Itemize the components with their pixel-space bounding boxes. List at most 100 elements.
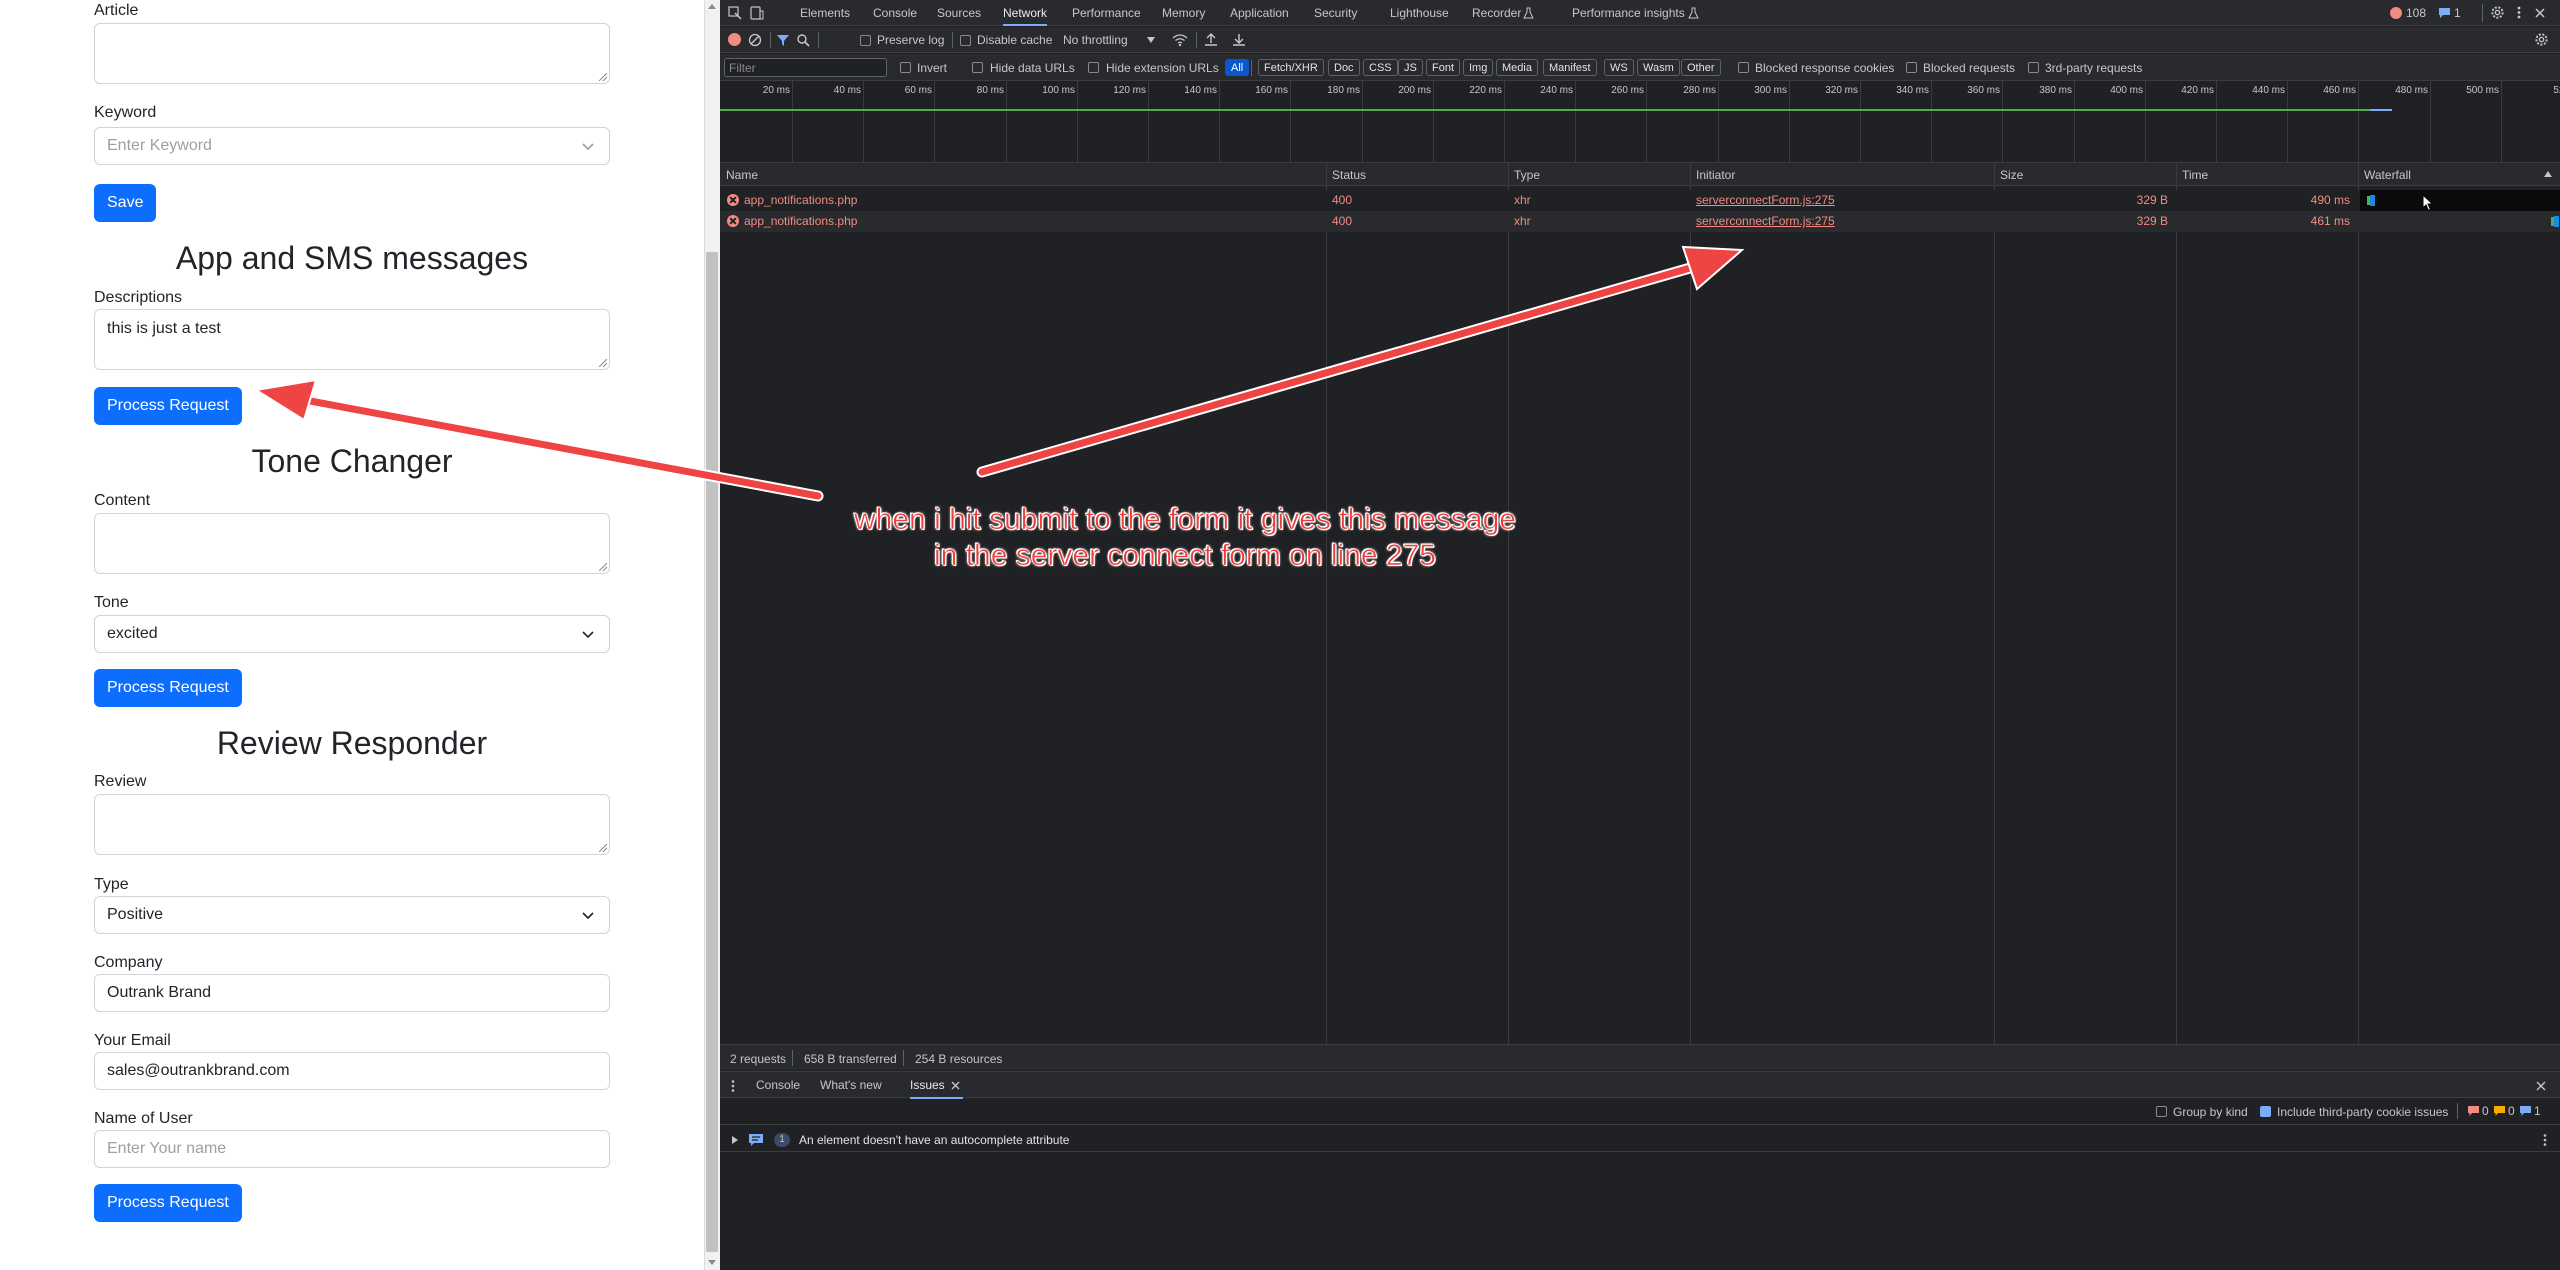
filter-type-wasm[interactable]: Wasm xyxy=(1637,59,1680,76)
timeline-tick-line xyxy=(2145,81,2146,163)
caret-down-icon[interactable] xyxy=(1147,37,1155,43)
inspect-element-icon[interactable] xyxy=(728,6,742,20)
review-textarea[interactable] xyxy=(94,794,610,855)
issue-badge-icon[interactable] xyxy=(2438,7,2451,19)
filter-type-other[interactable]: Other xyxy=(1681,59,1721,76)
network-settings-gear-icon[interactable] xyxy=(2534,32,2549,47)
user-name-input[interactable]: Enter Your name xyxy=(94,1130,610,1168)
column-type[interactable]: Type xyxy=(1514,168,1540,182)
email-input[interactable]: sales@outrankbrand.com xyxy=(94,1052,610,1090)
filter-type-img[interactable]: Img xyxy=(1463,59,1494,76)
export-har-icon[interactable] xyxy=(1232,32,1246,47)
row-initiator-link[interactable]: serverconnectForm.js:275 xyxy=(1696,193,1835,207)
drawer-tab-console[interactable]: Console xyxy=(756,1072,800,1099)
error-badge-icon[interactable] xyxy=(2390,7,2402,19)
expand-arrow-icon[interactable] xyxy=(732,1136,738,1144)
hide-data-urls-checkbox[interactable] xyxy=(972,62,983,73)
blocked-response-cookies-checkbox[interactable] xyxy=(1738,62,1749,73)
divider xyxy=(1196,32,1197,48)
device-toolbar-icon[interactable] xyxy=(750,6,764,20)
filter-input[interactable]: Filter xyxy=(724,58,887,77)
tab-console[interactable]: Console xyxy=(873,0,917,26)
timeline-tick-line xyxy=(1148,81,1149,163)
issue-list-item[interactable]: 1 An element doesn't have an autocomplet… xyxy=(720,1128,2560,1152)
row-initiator-link[interactable]: serverconnectForm.js:275 xyxy=(1696,214,1835,228)
filter-type-css[interactable]: CSS xyxy=(1363,59,1398,76)
gear-icon[interactable] xyxy=(2490,5,2505,20)
disable-cache-checkbox[interactable] xyxy=(960,35,971,46)
scroll-up-arrow-icon[interactable] xyxy=(708,4,716,9)
import-har-icon[interactable] xyxy=(1204,32,1218,47)
article-textarea[interactable] xyxy=(94,23,610,84)
filter-icon[interactable] xyxy=(776,33,790,47)
preserve-log-checkbox[interactable] xyxy=(860,35,871,46)
throttling-select[interactable]: No throttling xyxy=(1063,33,1128,47)
filter-type-media[interactable]: Media xyxy=(1496,59,1538,76)
invert-checkbox[interactable] xyxy=(900,62,911,73)
issue-more-icon[interactable] xyxy=(2542,1133,2548,1147)
scroll-down-arrow-icon[interactable] xyxy=(708,1260,716,1265)
include-third-party-checkbox[interactable] xyxy=(2260,1106,2271,1117)
clear-icon[interactable] xyxy=(748,33,762,47)
column-time[interactable]: Time xyxy=(2182,168,2208,182)
review-process-request-button[interactable]: Process Request xyxy=(94,1184,242,1222)
close-drawer-icon[interactable] xyxy=(2536,1081,2546,1091)
record-stop-icon[interactable] xyxy=(728,33,741,46)
third-party-requests-checkbox[interactable] xyxy=(2028,62,2039,73)
filter-type-manifest[interactable]: Manifest xyxy=(1543,59,1597,76)
tab-network[interactable]: Network xyxy=(1003,0,1048,26)
tab-memory[interactable]: Memory xyxy=(1162,0,1205,26)
filter-type-js[interactable]: JS xyxy=(1398,59,1423,76)
issue-count[interactable]: 1 xyxy=(2454,6,2461,20)
type-select[interactable]: Positive xyxy=(94,896,610,934)
drawer-menu-icon[interactable] xyxy=(730,1079,736,1093)
column-divider xyxy=(1994,163,1995,1044)
column-initiator[interactable]: Initiator xyxy=(1696,168,1735,182)
tab-sources[interactable]: Sources xyxy=(937,0,981,26)
column-name[interactable]: Name xyxy=(726,168,758,182)
column-divider xyxy=(2358,163,2359,1044)
tab-lighthouse[interactable]: Lighthouse xyxy=(1390,0,1449,26)
hide-extension-urls-checkbox[interactable] xyxy=(1088,62,1099,73)
column-size[interactable]: Size xyxy=(2000,168,2023,182)
tone-process-request-button[interactable]: Process Request xyxy=(94,669,242,707)
blocked-requests-checkbox[interactable] xyxy=(1906,62,1917,73)
filter-type-doc[interactable]: Doc xyxy=(1328,59,1360,76)
search-icon[interactable] xyxy=(796,33,810,47)
keyword-select[interactable]: Enter Keyword xyxy=(94,127,610,165)
group-by-kind-checkbox[interactable] xyxy=(2156,1106,2167,1117)
table-row[interactable]: app_notifications.php 400 xhr serverconn… xyxy=(720,211,2560,232)
error-count[interactable]: 108 xyxy=(2406,6,2426,20)
filter-type-font[interactable]: Font xyxy=(1426,59,1461,76)
tab-security[interactable]: Security xyxy=(1314,0,1357,26)
tab-application[interactable]: Application xyxy=(1230,0,1289,26)
timeline-tick-label: 80 ms xyxy=(976,85,1004,96)
filter-type-all[interactable]: All xyxy=(1225,59,1250,76)
close-icon[interactable] xyxy=(2534,7,2546,19)
more-options-icon[interactable] xyxy=(2516,5,2522,20)
table-row[interactable]: app_notifications.php 400 xhr serverconn… xyxy=(720,190,2560,211)
tab-elements[interactable]: Elements xyxy=(800,0,850,26)
network-overview-timeline[interactable]: 20 ms 40 ms 60 ms 80 ms 100 ms 120 ms 140 ms 16… xyxy=(720,81,2560,163)
descriptions-textarea[interactable]: this is just a test xyxy=(94,309,610,370)
filter-type-fetch-xhr[interactable]: Fetch/XHR xyxy=(1258,59,1324,76)
error-icon xyxy=(727,194,739,206)
sms-process-request-button[interactable]: Process Request xyxy=(94,387,242,425)
sort-ascending-icon[interactable] xyxy=(2544,171,2552,177)
drawer-tab-whats-new[interactable]: What's new xyxy=(820,1072,882,1099)
tab-performance-insights[interactable]: Performance insights xyxy=(1572,0,1685,26)
filter-type-ws[interactable]: WS xyxy=(1604,59,1634,76)
close-tab-icon[interactable] xyxy=(951,1081,960,1090)
tab-performance[interactable]: Performance xyxy=(1072,0,1141,26)
tab-recorder[interactable]: Recorder xyxy=(1472,0,1521,26)
content-textarea[interactable] xyxy=(94,513,610,574)
tone-select[interactable]: excited xyxy=(94,615,610,653)
save-button[interactable]: Save xyxy=(94,184,157,222)
company-input[interactable]: Outrank Brand xyxy=(94,974,610,1012)
page-scrollbar-thumb[interactable] xyxy=(706,252,718,1252)
column-status[interactable]: Status xyxy=(1332,168,1366,182)
column-waterfall[interactable]: Waterfall xyxy=(2364,168,2411,182)
company-label: Company xyxy=(94,954,163,971)
network-conditions-icon[interactable] xyxy=(1172,32,1188,47)
timeline-tick-label: 480 ms xyxy=(2395,85,2428,96)
